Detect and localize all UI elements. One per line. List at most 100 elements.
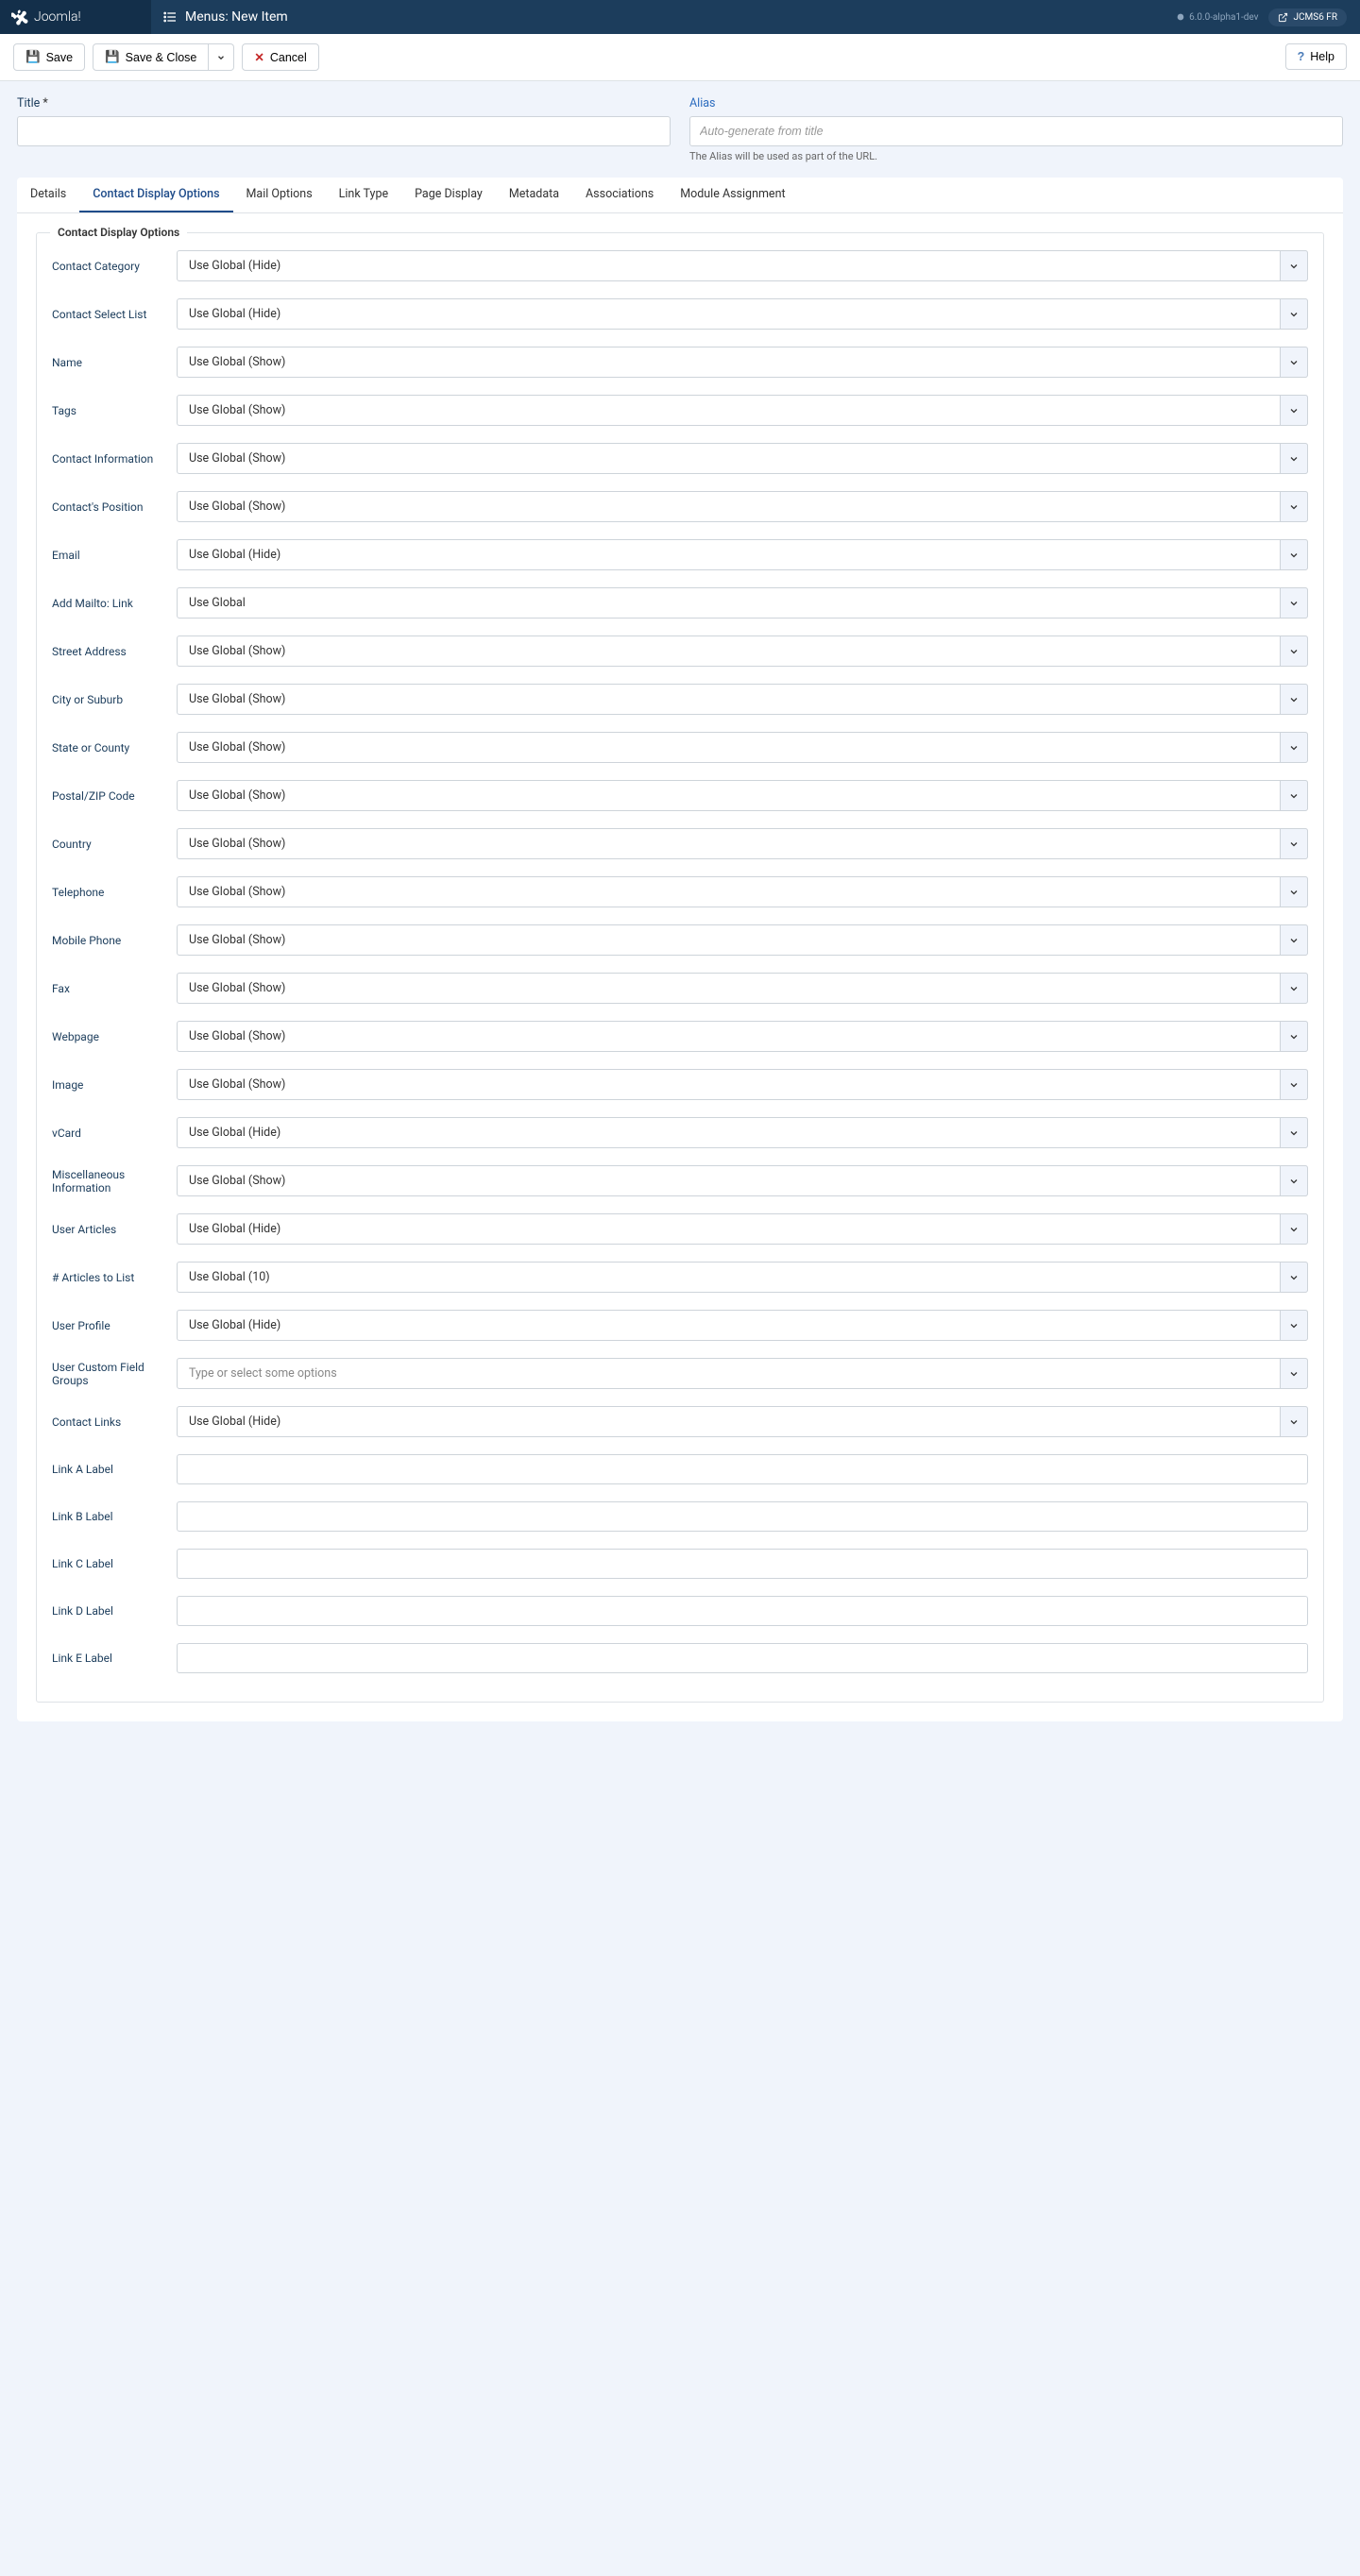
field-control — [177, 1596, 1308, 1626]
select-field[interactable]: Use Global (Hide) — [177, 539, 1308, 570]
field-label: Image — [52, 1078, 177, 1092]
select-field[interactable]: Use Global (Hide) — [177, 1213, 1308, 1245]
cancel-button[interactable]: ✕ Cancel — [242, 43, 318, 71]
tabs: DetailsContact Display OptionsMail Optio… — [17, 178, 1343, 213]
field-control: Use Global (Hide) — [177, 1406, 1308, 1437]
select-field[interactable]: Use Global (Show) — [177, 491, 1308, 522]
field-control: Use Global (Show) — [177, 828, 1308, 859]
select-field[interactable]: Use Global (Show) — [177, 732, 1308, 763]
form-row: State or CountyUse Global (Show) — [52, 732, 1308, 763]
form-row: Contact LinksUse Global (Hide) — [52, 1406, 1308, 1437]
select-field[interactable]: Use Global (Show) — [177, 395, 1308, 426]
save-close-dropdown[interactable] — [209, 43, 234, 71]
version-label: 6.0.0-alpha1-dev — [1176, 12, 1258, 23]
select-field[interactable]: Use Global (Show) — [177, 924, 1308, 956]
field-label: vCard — [52, 1127, 177, 1140]
select-field[interactable]: Use Global (Show) — [177, 636, 1308, 667]
tab-metadata[interactable]: Metadata — [496, 178, 572, 212]
text-input[interactable] — [177, 1454, 1308, 1484]
field-control: Use Global (Hide) — [177, 298, 1308, 330]
field-label: Webpage — [52, 1030, 177, 1043]
list-icon — [162, 9, 178, 25]
field-label: State or County — [52, 741, 177, 754]
field-label: Contact Category — [52, 260, 177, 273]
field-label: User Articles — [52, 1223, 177, 1236]
select-field[interactable]: Use Global (Hide) — [177, 1310, 1308, 1341]
field-label: Link B Label — [52, 1510, 177, 1523]
select-field[interactable]: Type or select some options — [177, 1358, 1308, 1389]
field-control: Use Global (Show) — [177, 636, 1308, 667]
form-row: Link A Label — [52, 1454, 1308, 1484]
field-control: Use Global (Show) — [177, 924, 1308, 956]
select-field[interactable]: Use Global — [177, 587, 1308, 619]
page-title: Menus: New Item — [185, 9, 288, 25]
select-field[interactable]: Use Global (10) — [177, 1262, 1308, 1293]
select-field[interactable]: Use Global (Show) — [177, 780, 1308, 811]
select-field[interactable]: Use Global (Hide) — [177, 1117, 1308, 1148]
select-field[interactable]: Use Global (Hide) — [177, 1406, 1308, 1437]
field-label: Link C Label — [52, 1557, 177, 1570]
form-header: Title * Alias The Alias will be used as … — [0, 81, 1360, 172]
select-field[interactable]: Use Global (Show) — [177, 347, 1308, 378]
alias-label: Alias — [689, 96, 1343, 110]
field-label: Add Mailto: Link — [52, 597, 177, 610]
field-control — [177, 1643, 1308, 1673]
field-label: Tags — [52, 404, 177, 417]
text-input[interactable] — [177, 1643, 1308, 1673]
header-right: 6.0.0-alpha1-dev JCMS6 FR — [1176, 8, 1360, 26]
title-field-group: Title * — [17, 96, 671, 162]
field-control — [177, 1501, 1308, 1532]
help-icon: ? — [1298, 50, 1305, 63]
form-row: Add Mailto: LinkUse Global — [52, 587, 1308, 619]
text-input[interactable] — [177, 1549, 1308, 1579]
tab-link-type[interactable]: Link Type — [326, 178, 401, 212]
save-close-button[interactable]: 💾 Save & Close — [93, 43, 209, 71]
select-field[interactable]: Use Global (Show) — [177, 684, 1308, 715]
select-field[interactable]: Use Global (Show) — [177, 973, 1308, 1004]
form-row: ImageUse Global (Show) — [52, 1069, 1308, 1100]
field-label: Contact Select List — [52, 308, 177, 321]
field-label: Link A Label — [52, 1463, 177, 1476]
tab-page-display[interactable]: Page Display — [401, 178, 496, 212]
select-field[interactable]: Use Global (Show) — [177, 1069, 1308, 1100]
field-control: Use Global (Hide) — [177, 250, 1308, 281]
select-field[interactable]: Use Global (Show) — [177, 443, 1308, 474]
form-row: Street AddressUse Global (Show) — [52, 636, 1308, 667]
field-control — [177, 1454, 1308, 1484]
alias-input[interactable] — [689, 116, 1343, 146]
select-field[interactable]: Use Global (Hide) — [177, 298, 1308, 330]
form-row: WebpageUse Global (Show) — [52, 1021, 1308, 1052]
select-field[interactable]: Use Global (Show) — [177, 876, 1308, 907]
form-row: Link B Label — [52, 1501, 1308, 1532]
field-label: User Custom Field Groups — [52, 1361, 177, 1387]
field-control: Use Global (Hide) — [177, 539, 1308, 570]
user-menu-button[interactable]: JCMS6 FR — [1268, 8, 1347, 26]
chevron-down-icon — [216, 53, 226, 62]
form-row: Postal/ZIP CodeUse Global (Show) — [52, 780, 1308, 811]
field-control: Use Global (Show) — [177, 1021, 1308, 1052]
form-row: TagsUse Global (Show) — [52, 395, 1308, 426]
title-input[interactable] — [17, 116, 671, 146]
tab-mail-options[interactable]: Mail Options — [233, 178, 326, 212]
tab-details[interactable]: Details — [17, 178, 79, 212]
brand-logo[interactable]: Joomla! — [0, 0, 151, 34]
select-field[interactable]: Use Global (Show) — [177, 1165, 1308, 1196]
field-label: Country — [52, 838, 177, 851]
form-row: User ArticlesUse Global (Hide) — [52, 1213, 1308, 1245]
tab-contact-display-options[interactable]: Contact Display Options — [79, 178, 232, 212]
select-field[interactable]: Use Global (Show) — [177, 828, 1308, 859]
help-button[interactable]: ? Help — [1285, 43, 1347, 70]
select-field[interactable]: Use Global (Hide) — [177, 250, 1308, 281]
text-input[interactable] — [177, 1596, 1308, 1626]
select-field[interactable]: Use Global (Show) — [177, 1021, 1308, 1052]
tab-associations[interactable]: Associations — [572, 178, 667, 212]
field-label: Telephone — [52, 886, 177, 899]
save-button[interactable]: 💾 Save — [13, 43, 85, 71]
text-input[interactable] — [177, 1501, 1308, 1532]
joomla-icon — [11, 8, 28, 25]
field-control: Use Global (Show) — [177, 1165, 1308, 1196]
field-label: Link E Label — [52, 1652, 177, 1665]
form-row: Contact InformationUse Global (Show) — [52, 443, 1308, 474]
tab-module-assignment[interactable]: Module Assignment — [667, 178, 798, 212]
field-label: Contact Information — [52, 452, 177, 466]
